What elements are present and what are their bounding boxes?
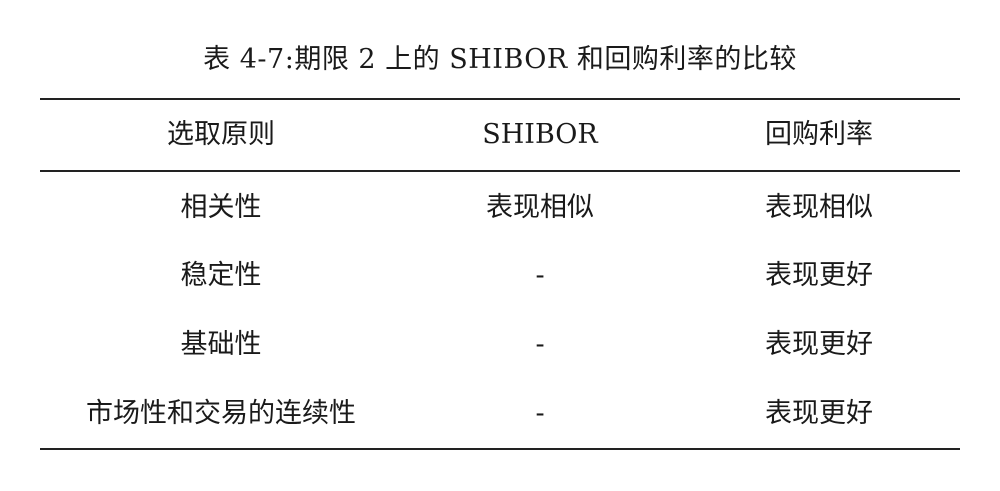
row-principle-cell: 稳定性 [180,260,262,291]
table-row: 市场性和交易的连续性 - 表现更好 [40,389,960,439]
row-principle-cell: 相关性 [180,192,262,223]
table-row: 基础性 - 表现更好 [40,320,960,370]
table-top-rule [40,98,960,100]
row-principle-cell: 基础性 [180,329,262,360]
table-caption: 表 4-7:期限 2 上的 SHIBOR 和回购利率的比较 [203,44,797,75]
table-bottom-rule [40,448,960,450]
row-principle-cell: 市场性和交易的连续性 [86,398,356,429]
header-cell-shibor: SHIBOR [482,119,598,150]
header-cell-repo-rate: 回购利率 [765,119,873,150]
row-shibor-cell: - [535,398,545,429]
row-shibor-cell: - [535,329,545,360]
row-shibor-cell: - [535,260,545,291]
table-row: 稳定性 - 表现更好 [40,251,960,301]
header-cell-principle: 选取原则 [167,119,275,150]
row-repo-rate-cell: 表现更好 [765,260,873,291]
row-shibor-cell: 表现相似 [486,192,594,223]
row-repo-rate-cell: 表现更好 [765,398,873,429]
row-repo-rate-cell: 表现相似 [765,192,873,223]
table-header-row: 选取原则 SHIBOR 回购利率 [40,110,960,160]
table-header-rule [40,170,960,172]
row-repo-rate-cell: 表现更好 [765,329,873,360]
table-row: 相关性 表现相似 表现相似 [40,183,960,233]
